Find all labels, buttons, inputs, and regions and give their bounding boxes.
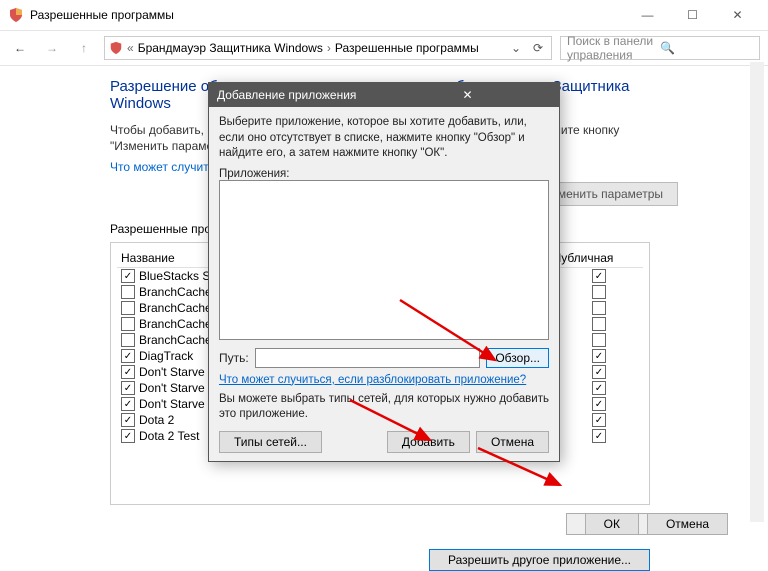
row-public-checkbox[interactable]: [592, 349, 606, 363]
path-input[interactable]: [255, 348, 481, 368]
dialog-title: Добавление приложения: [217, 88, 384, 102]
shield-icon: [109, 41, 123, 55]
row-public-checkbox[interactable]: [592, 397, 606, 411]
row-public-checkbox[interactable]: [592, 365, 606, 379]
row-public-checkbox[interactable]: [592, 413, 606, 427]
row-checkbox[interactable]: [121, 285, 135, 299]
window-title: Разрешенные программы: [30, 8, 625, 22]
ok-button[interactable]: ОК: [585, 513, 639, 535]
minimize-button[interactable]: —: [625, 0, 670, 30]
row-public-checkbox[interactable]: [592, 317, 606, 331]
path-label: Путь:: [219, 351, 249, 365]
cancel-button[interactable]: Отмена: [647, 513, 728, 535]
row-checkbox[interactable]: [121, 317, 135, 331]
search-placeholder: Поиск в панели управления: [567, 34, 660, 62]
row-checkbox[interactable]: [121, 333, 135, 347]
dialog-titlebar[interactable]: Добавление приложения ✕: [209, 83, 559, 107]
row-checkbox[interactable]: [121, 381, 135, 395]
dialog-instructions: Выберите приложение, которое вы хотите д…: [219, 115, 549, 162]
row-public-checkbox[interactable]: [592, 285, 606, 299]
back-button[interactable]: ←: [8, 36, 32, 60]
network-types-desc: Вы можете выбрать типы сетей, для которы…: [219, 392, 549, 423]
maximize-button[interactable]: ☐: [670, 0, 715, 30]
forward-button: →: [40, 36, 64, 60]
shield-icon: [8, 7, 24, 23]
row-checkbox[interactable]: [121, 365, 135, 379]
dialog-cancel-button[interactable]: Отмена: [476, 431, 549, 453]
row-public-checkbox[interactable]: [592, 381, 606, 395]
add-app-dialog: Добавление приложения ✕ Выберите приложе…: [208, 82, 560, 462]
network-types-button[interactable]: Типы сетей...: [219, 431, 322, 453]
chevron-left-icon: «: [127, 41, 134, 55]
browse-button[interactable]: Обзор...: [486, 348, 549, 368]
search-icon: 🔍: [660, 41, 753, 55]
row-checkbox[interactable]: [121, 269, 135, 283]
navbar: ← → ↑ « Брандмауэр Защитника Windows › Р…: [0, 30, 768, 66]
row-checkbox[interactable]: [121, 429, 135, 443]
chevron-down-icon[interactable]: ⌄: [507, 41, 525, 55]
chevron-right-icon: ›: [327, 41, 331, 55]
dialog-close-button[interactable]: ✕: [384, 88, 551, 102]
row-checkbox[interactable]: [121, 413, 135, 427]
row-public-checkbox[interactable]: [592, 333, 606, 347]
allow-other-app-button[interactable]: Разрешить другое приложение...: [429, 549, 650, 571]
breadcrumb-item[interactable]: Разрешенные программы: [335, 41, 479, 55]
breadcrumb-item[interactable]: Брандмауэр Защитника Windows: [138, 41, 323, 55]
row-checkbox[interactable]: [121, 397, 135, 411]
dialog-risk-link[interactable]: Что может случиться, если разблокировать…: [219, 374, 526, 386]
row-public-checkbox[interactable]: [592, 269, 606, 283]
footer-buttons: ОК Отмена: [585, 513, 728, 535]
apps-listbox[interactable]: [219, 180, 549, 340]
row-public-checkbox[interactable]: [592, 301, 606, 315]
row-checkbox[interactable]: [121, 301, 135, 315]
add-button[interactable]: Добавить: [387, 431, 470, 453]
breadcrumb[interactable]: « Брандмауэр Защитника Windows › Разреше…: [104, 36, 552, 60]
row-public-checkbox[interactable]: [592, 429, 606, 443]
row-checkbox[interactable]: [121, 349, 135, 363]
close-button[interactable]: ✕: [715, 0, 760, 30]
titlebar: Разрешенные программы — ☐ ✕: [0, 0, 768, 30]
refresh-icon[interactable]: ⟳: [529, 41, 547, 55]
apps-label: Приложения:: [219, 168, 549, 180]
search-input[interactable]: Поиск в панели управления 🔍: [560, 36, 760, 60]
up-button[interactable]: ↑: [72, 36, 96, 60]
